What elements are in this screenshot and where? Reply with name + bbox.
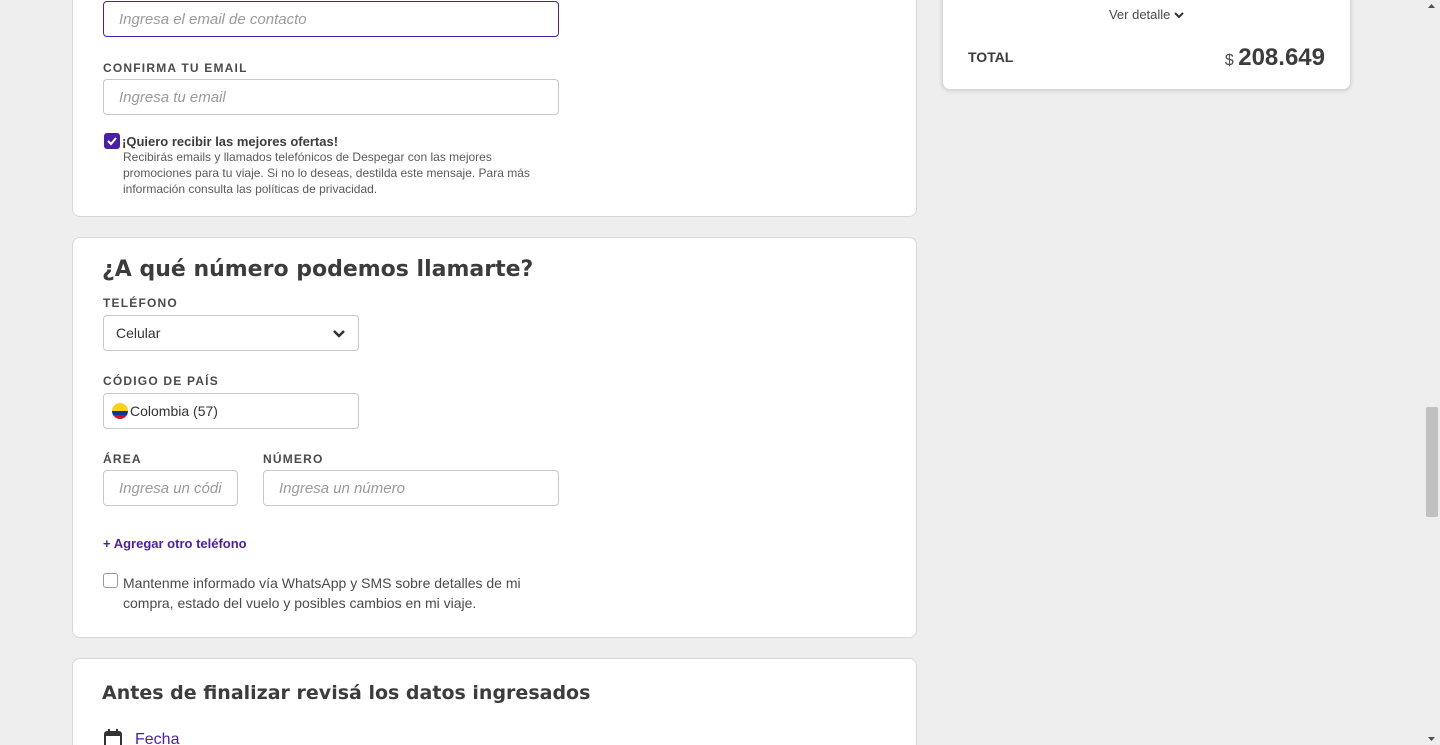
whatsapp-text: Mantenme informado vía WhatsApp y SMS so… bbox=[123, 575, 521, 611]
phone-section-title: ¿A qué número podemos llamarte? bbox=[102, 257, 534, 282]
number-input[interactable] bbox=[263, 470, 559, 506]
area-input[interactable] bbox=[103, 470, 238, 506]
confirm-email-label: CONFIRMA TU EMAIL bbox=[103, 61, 248, 75]
scrollbar-thumb[interactable] bbox=[1426, 407, 1438, 517]
calendar-icon bbox=[104, 729, 122, 745]
price-summary-card: Ver detalle TOTAL $ 208.649 bbox=[942, 0, 1351, 90]
contact-email-input[interactable] bbox=[103, 1, 559, 37]
page-scrollbar[interactable] bbox=[1423, 0, 1440, 745]
total-label: TOTAL bbox=[968, 49, 1014, 65]
checkmark-icon bbox=[107, 137, 117, 146]
country-code-label: CÓDIGO DE PAÍS bbox=[103, 374, 219, 388]
chevron-down-icon bbox=[1174, 12, 1184, 19]
scroll-down-arrow-icon[interactable] bbox=[1423, 733, 1440, 745]
area-label: ÁREA bbox=[103, 452, 142, 466]
phone-type-label: TELÉFONO bbox=[103, 296, 178, 310]
review-card: Antes de finalizar revisá los datos ingr… bbox=[72, 658, 917, 745]
currency-symbol: $ bbox=[1224, 52, 1234, 69]
colombia-flag-icon bbox=[112, 403, 128, 419]
review-title: Antes de finalizar revisá los datos ingr… bbox=[102, 682, 591, 704]
offers-description: Recibirás emails y llamados telefónicos … bbox=[123, 150, 530, 196]
country-code-value: Colombia (57) bbox=[130, 403, 218, 419]
chevron-down-icon bbox=[333, 330, 345, 338]
phone-card: ¿A qué número podemos llamarte? TELÉFONO… bbox=[72, 237, 917, 638]
scroll-up-arrow-icon[interactable] bbox=[1423, 0, 1440, 12]
phone-type-select[interactable]: Celular bbox=[103, 315, 359, 351]
total-price: $ 208.649 bbox=[1225, 44, 1325, 72]
detail-toggle-label: Ver detalle bbox=[1108, 7, 1171, 22]
whatsapp-checkbox[interactable] bbox=[103, 573, 118, 588]
detail-toggle[interactable]: Ver detalle bbox=[943, 7, 1350, 22]
confirm-email-input[interactable] bbox=[103, 79, 559, 115]
country-code-select[interactable]: Colombia (57) bbox=[103, 393, 359, 429]
phone-type-value: Celular bbox=[116, 325, 161, 341]
date-link[interactable]: Fecha bbox=[135, 731, 179, 745]
contact-email-card: CONFIRMA TU EMAIL ¡Quiero recibir las me… bbox=[72, 0, 917, 217]
total-amount: 208.649 bbox=[1238, 44, 1325, 71]
add-phone-link[interactable]: + Agregar otro teléfono bbox=[103, 536, 247, 551]
number-label: NÚMERO bbox=[263, 452, 324, 466]
offers-checkbox[interactable] bbox=[104, 133, 120, 149]
offers-title: ¡Quiero recibir las mejores ofertas! bbox=[122, 134, 339, 149]
